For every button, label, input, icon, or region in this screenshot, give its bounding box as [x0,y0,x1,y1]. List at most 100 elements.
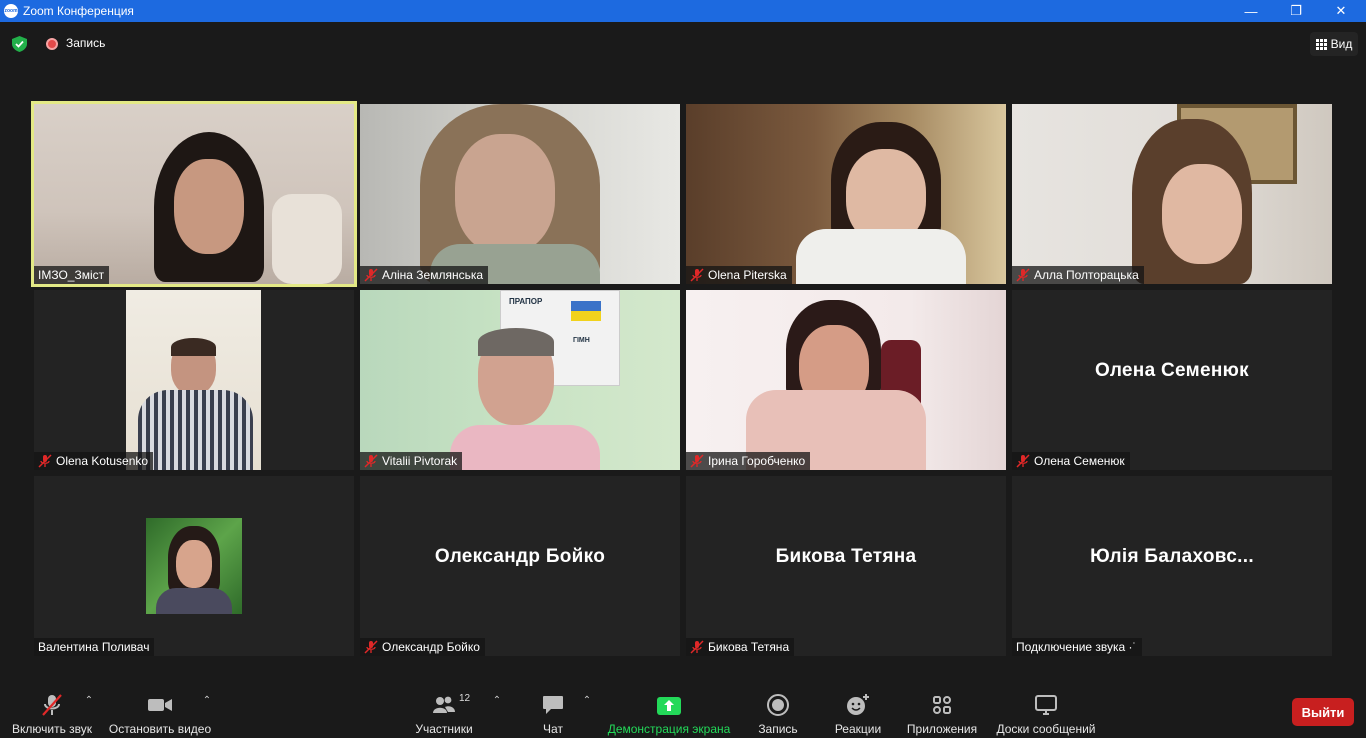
participant-name: Ірина Горобченко [708,454,806,468]
participants-label: Участники [415,722,473,736]
chat-options-caret-icon[interactable]: ⌃ [581,694,593,706]
participant-video [126,290,261,470]
recording-indicator-icon [46,38,58,50]
participant-avatar [146,518,242,614]
minimize-button[interactable]: — [1228,0,1274,22]
participant-tile[interactable]: Юлія Балаховс... Подключение звука ·˙ [1012,476,1332,656]
maximize-button[interactable]: ❐ [1273,0,1319,22]
poster-title: ПРАПОР [509,297,543,306]
participant-tile[interactable]: Алла Полторацька [1012,104,1332,284]
participant-name: Валентина Поливач [38,640,150,654]
participant-tile[interactable]: Валентина Поливач [34,476,354,656]
participant-name-bar: Olena Kotusenko [34,452,154,470]
smiley-plus-icon [847,694,869,715]
participant-tile[interactable]: Olena Kotusenko [34,290,354,470]
participants-icon [433,696,455,713]
microphone-muted-icon [1016,268,1030,282]
microphone-muted-icon [690,640,704,654]
whiteboards-label: Доски сообщений [996,722,1096,736]
participant-video [686,290,1006,470]
title-bar: zoom Zoom Конференция — ❐ ✕ [0,0,1366,22]
audio-options-caret-icon[interactable]: ⌃ [83,694,95,706]
participant-name: Подключение звука ·˙ [1016,640,1137,654]
meeting-toolbar: Включить звук ⌃ Остановить видео ⌃ Участ… [0,682,1366,738]
participant-tile[interactable]: ПРАПОР ГІМН Vitalii Pivtorak [360,290,680,470]
microphone-muted-icon [42,694,62,716]
participant-name-bar: Валентина Поливач [34,638,155,656]
stop-video-label: Остановить видео [108,722,212,736]
participant-name-bar: Olena Piterska [686,266,792,284]
view-label: Вид [1330,37,1353,51]
microphone-muted-icon [1016,454,1030,468]
microphone-muted-icon [364,268,378,282]
apps-label: Приложения [906,722,978,736]
participant-name: Олена Семенюк [1034,454,1125,468]
participant-name: Аліна Землянська [382,268,484,282]
participant-tile[interactable]: Олена Семенюк Олена Семенюк [1012,290,1332,470]
security-shield-icon[interactable] [12,36,27,52]
participant-display-name: Бикова Тетяна [775,546,917,567]
participant-tile[interactable]: Бикова Тетяна Бикова Тетяна [686,476,1006,656]
apps-icon [933,696,951,714]
microphone-muted-icon [690,454,704,468]
microphone-muted-icon [364,640,378,654]
video-options-caret-icon[interactable]: ⌃ [201,694,213,706]
view-button[interactable]: Вид [1310,32,1358,56]
participant-name: Алла Полторацька [1034,268,1139,282]
chat-button[interactable]: Чат [538,686,568,736]
participant-name-bar: Олександр Бойко [360,638,485,656]
record-button[interactable]: Запись [752,686,804,736]
unmute-label: Включить звук [11,722,93,736]
share-screen-icon [657,697,681,715]
participant-name-bar: Подключение звука ·˙ [1012,638,1142,656]
participant-video [686,104,1006,284]
meeting-top-bar: Запись Вид [0,22,1366,66]
whiteboard-icon [1035,695,1057,715]
participants-options-caret-icon[interactable]: ⌃ [491,694,503,706]
poster-subtitle: ГІМН [573,337,590,344]
participant-name: Бикова Тетяна [708,640,790,654]
participant-tile[interactable]: Олександр Бойко Олександр Бойко [360,476,680,656]
grid-view-icon [1315,38,1327,50]
close-button[interactable]: ✕ [1318,0,1364,22]
participant-name: ІМЗО_Зміст [38,268,105,282]
participant-name-bar: Ірина Горобченко [686,452,811,470]
participant-name: Olena Kotusenko [56,454,149,468]
participant-name-bar: Бикова Тетяна [686,638,795,656]
participant-name-bar: Олена Семенюк [1012,452,1130,470]
participant-video [360,104,680,284]
participant-name: Олександр Бойко [382,640,480,654]
reactions-button[interactable]: Реакции [830,686,886,736]
participant-tile[interactable]: Olena Piterska [686,104,1006,284]
participants-count: 12 [459,693,471,704]
participant-name: Vitalii Pivtorak [382,454,458,468]
participant-name-bar: Vitalii Pivtorak [360,452,463,470]
participant-video [1012,104,1332,284]
participant-display-name: Олександр Бойко [434,546,606,567]
stop-video-button[interactable]: Остановить видео [106,686,214,736]
chat-bubble-icon [543,696,563,714]
microphone-muted-icon [690,268,704,282]
recording-label: Запись [66,36,106,50]
microphone-muted-icon [364,454,378,468]
zoom-logo-icon: zoom [4,4,18,18]
participant-video [34,104,354,284]
window-title: Zoom Конференция [23,4,134,18]
whiteboards-button[interactable]: Доски сообщений [994,686,1098,736]
participant-tile[interactable]: Аліна Землянська [360,104,680,284]
participant-video: ПРАПОР ГІМН [360,290,680,470]
share-screen-label: Демонстрация экрана [607,722,731,736]
reactions-label: Реакции [834,722,882,736]
participant-name-bar: Аліна Землянська [360,266,489,284]
participant-name-bar: Алла Полторацька [1012,266,1144,284]
video-camera-icon [148,699,172,711]
participant-tile[interactable]: Ірина Горобченко [686,290,1006,470]
apps-button[interactable]: Приложения [904,686,980,736]
record-icon [767,694,789,716]
participant-tile[interactable]: ІМЗО_Зміст [31,101,357,287]
participant-display-name: Олена Семенюк [1094,360,1249,381]
chat-label: Чат [543,722,563,736]
record-label: Запись [758,722,798,736]
share-screen-button[interactable]: Демонстрация экрана [606,686,732,736]
leave-meeting-button[interactable]: Выйти [1292,698,1354,726]
